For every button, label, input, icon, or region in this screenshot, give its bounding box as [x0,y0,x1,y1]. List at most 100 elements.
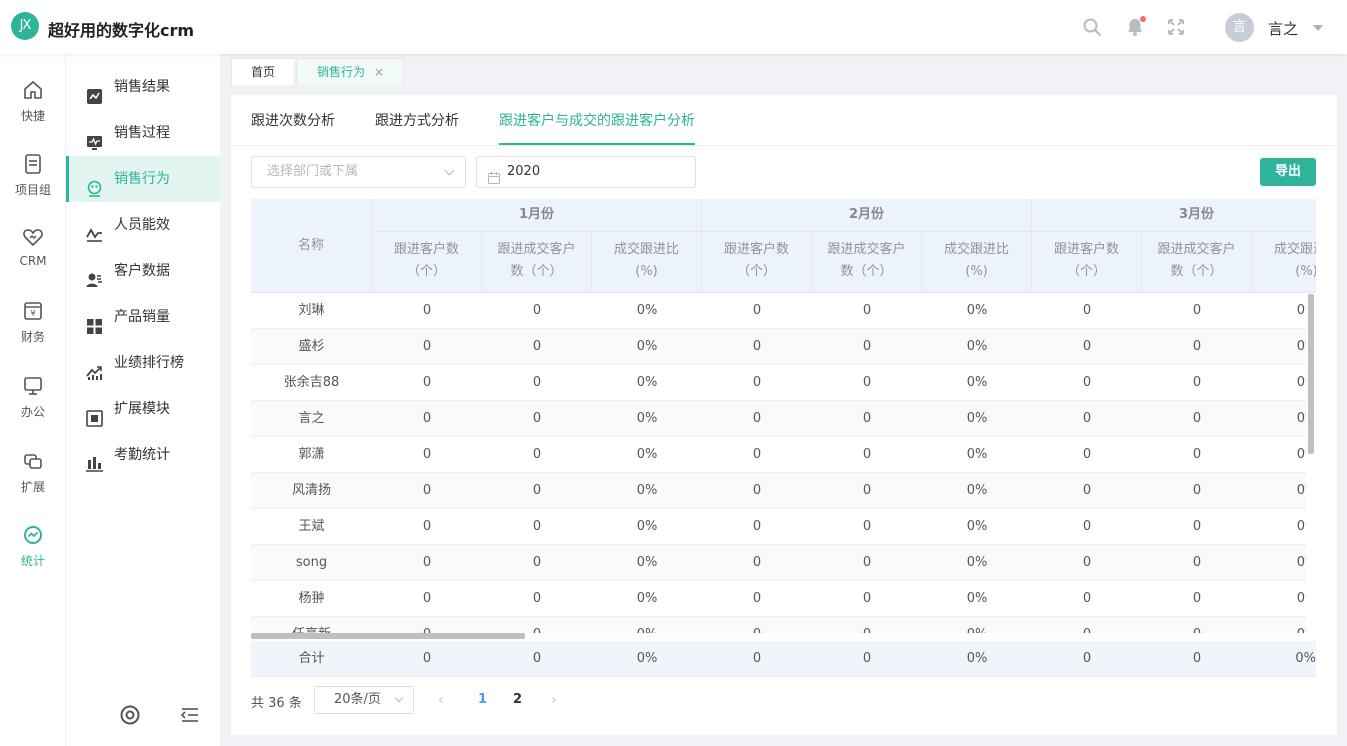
table-row: 刘琳 0 0 0% 0 0 0% 0 0 0% [251,293,1306,329]
page-number-1[interactable]: 1 [478,692,487,707]
nav2-item-label: 考勤统计 [114,447,170,463]
table-cell-name: song [295,555,328,570]
export-button[interactable]: 导出 [1260,158,1316,186]
app-logo[interactable]: JX [11,12,39,40]
table-cell: 0 [532,339,542,354]
table-cell-total: 0 [532,651,542,666]
nav2-item-staff-efficiency[interactable]: 人员能效 [66,202,220,248]
table-cell: 0% [636,447,658,462]
prev-page-icon[interactable]: ‹ [438,692,444,708]
nav-item-project[interactable]: 项目组 [0,153,66,217]
nav-item-extend[interactable]: 扩展 [0,450,66,514]
nav2-item-sales-process[interactable]: 销售过程 [66,110,220,156]
nav2-item-customer-data[interactable]: 客户数据 [66,248,220,294]
table-cell: 0% [1296,555,1306,570]
year-picker[interactable]: 2020 [476,156,696,188]
table-cell: 0% [636,303,658,318]
svg-text:¥: ¥ [30,309,35,318]
table-cell: 0 [1082,375,1092,390]
nav2-item-ranking[interactable]: 业绩排行榜 [66,340,220,386]
collapse-menu-icon[interactable] [179,704,201,726]
sales-process-icon [86,124,103,150]
attendance-icon [86,446,103,472]
table-cell: 0 [862,555,872,570]
table-cell: 0% [1296,447,1306,462]
username[interactable]: 言之 [1268,18,1298,39]
user-menu-caret-icon[interactable] [1313,25,1323,31]
customer-data-icon [86,262,103,287]
table-cell: 0 [532,411,542,426]
table-cell: 0 [422,375,432,390]
tab-followup-method[interactable]: 跟进方式分析 [375,110,459,145]
table-header: 名称 1月份 2月份 3月份 跟进客户数 （个） 跟进成交客户 数（个） 成交跟进比… [251,199,1316,293]
table-cell: 0 [862,303,872,318]
top-header: JX 超好用的数字化crm 言 言之 [0,0,1347,54]
next-page-icon[interactable]: › [551,692,557,708]
table-cell: 0% [636,483,658,498]
pagination-total: 共 36 条 [251,696,302,711]
close-icon[interactable]: × [374,59,384,85]
department-select[interactable]: 选择部门或下属 [251,156,466,188]
bell-icon[interactable] [1125,16,1146,37]
table-cell: 0% [1296,519,1306,534]
table-cell: 0 [752,519,762,534]
nav-item-label: 财务 [20,330,45,344]
table-cell-total-label: 合计 [298,651,325,666]
table-cell: 0% [1252,617,1306,633]
nav2-item-sales-result[interactable]: 销售结果 [66,64,220,110]
table-cell-total: 0 [422,651,432,666]
nav-item-office[interactable]: 办公 [0,375,66,439]
horizontal-scrollbar[interactable] [251,633,525,639]
nav2-item-product-sales[interactable]: 产品销量 [66,294,220,340]
settings-icon[interactable] [119,704,141,726]
table-cell-total: 0% [1295,651,1316,666]
page-number-2[interactable]: 2 [513,692,522,707]
home-icon [22,79,44,101]
tab-followup-customer-deal[interactable]: 跟进客户与成交的跟进客户分析 [499,110,695,145]
table-cell: 0% [1296,339,1306,354]
table-cell: 0 [422,303,432,318]
table-cell: 0% [1296,411,1306,426]
table-cell: 0% [636,591,658,606]
chevron-down-icon [444,165,455,176]
table-cell: 0 [1192,303,1202,318]
table-cell: 0% [966,555,988,570]
nav2-item-attendance[interactable]: 考勤统计 [66,432,220,478]
nav2-item-extension-module[interactable]: 扩展模块 [66,386,220,432]
table-cell: 0% [966,411,988,426]
table-cell: 0 [862,375,872,390]
nav-item-quick[interactable]: 快捷 [0,79,66,143]
nav-item-finance[interactable]: ¥ 财务 [0,300,66,364]
nav2-item-sales-behavior[interactable]: 销售行为 [66,156,220,202]
page-tab-home[interactable]: 首页 [231,58,295,85]
table-cell: 0 [752,303,762,318]
table-cell: 0 [1082,591,1092,606]
fullscreen-icon[interactable] [1166,17,1186,37]
search-icon[interactable] [1082,17,1102,37]
nav-item-stats[interactable]: 统计 [0,524,66,588]
page-tab-sales-behavior[interactable]: 销售行为 × [296,58,404,85]
column-header-month: 3月份 [1032,199,1316,232]
ranking-icon [86,354,103,380]
column-header-name[interactable]: 名称 [251,199,372,293]
vertical-scrollbar[interactable] [1308,294,1314,454]
stats-icon [22,524,44,546]
table-cell: 0 [1082,519,1092,534]
table-row: song 0 0 0% 0 0 0% 0 0 0% [251,545,1306,581]
table-cell: 0 [1082,339,1092,354]
table-cell: 0 [862,447,872,462]
table-cell: 0 [1192,339,1202,354]
table-row: 王斌 0 0 0% 0 0 0% 0 0 0% [251,509,1306,545]
table-cell-name: 言之 [298,411,325,426]
table-cell-total: 0 [862,651,872,666]
nav2-item-label: 销售行为 [114,171,170,187]
nav-item-crm[interactable]: CRM [0,226,66,290]
tab-followup-count[interactable]: 跟进次数分析 [251,110,335,145]
avatar[interactable]: 言 [1225,13,1254,42]
page-size-select[interactable]: 20条/页 [314,686,414,714]
table-cell: 0 [422,591,432,606]
monitor-icon [22,375,44,397]
table-cell: 0 [482,617,592,633]
table-cell: 0 [422,411,432,426]
table-cell: 0 [532,483,542,498]
